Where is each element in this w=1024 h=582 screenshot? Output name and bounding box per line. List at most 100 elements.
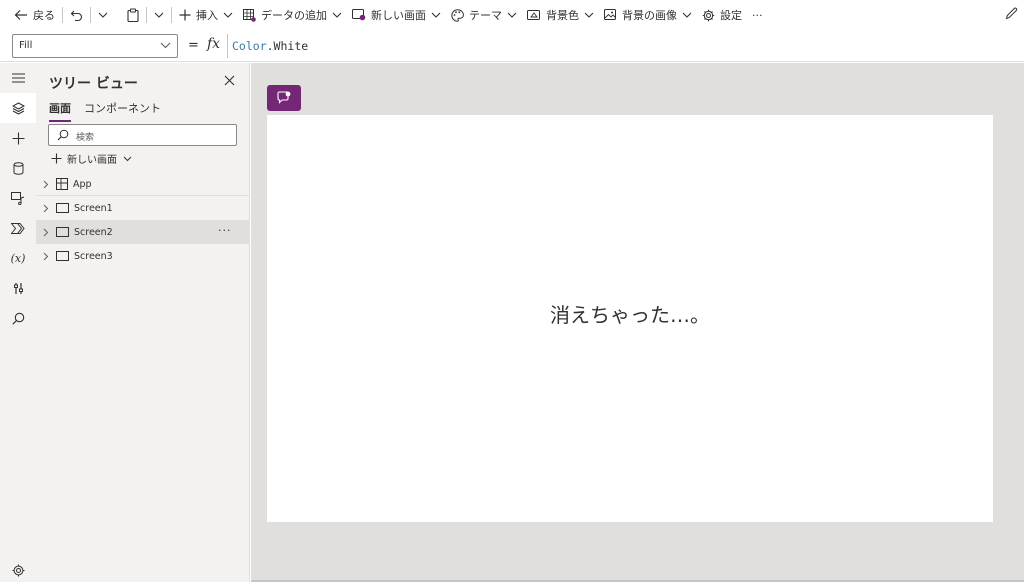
tree-node-screen3[interactable]: Screen3 [36, 244, 250, 268]
formula-object: Color [232, 39, 267, 53]
insert-label: 挿入 [196, 9, 218, 22]
tree-node-screen2[interactable]: Screen2 ··· [36, 220, 250, 244]
screen-label: 消えちゃった…。 [550, 303, 710, 327]
divider [62, 7, 63, 23]
theme-label: テーマ [469, 9, 502, 22]
advanced-tools-rail-button[interactable] [0, 273, 36, 303]
chevron-down-icon [154, 12, 164, 18]
media-icon [11, 191, 25, 205]
node-more-button[interactable]: ··· [218, 224, 232, 237]
insert-button[interactable]: 挿入 [174, 0, 238, 30]
database-icon [13, 161, 23, 175]
fx-icon: fx [207, 36, 221, 52]
clipboard-icon [127, 8, 139, 22]
equals-sign: = [188, 38, 199, 53]
background-image-button[interactable]: 背景の画像 [599, 0, 697, 30]
chevron-down-icon [223, 12, 233, 18]
close-icon[interactable] [224, 75, 235, 86]
add-data-button[interactable]: データの追加 [238, 0, 347, 30]
new-screen-label: 新しい画面 [67, 155, 117, 166]
chevron-right-icon[interactable] [42, 228, 50, 237]
tree-node-screen1[interactable]: Screen1 [36, 196, 250, 220]
screen-icon [56, 203, 69, 213]
divider [171, 7, 172, 23]
power-automate-rail-button[interactable] [0, 213, 36, 243]
node-label: Screen1 [74, 202, 113, 214]
insert-rail-button[interactable] [0, 123, 36, 153]
gear-icon [12, 564, 24, 576]
property-dropdown[interactable]: Fill [12, 34, 178, 58]
chevron-down-icon [160, 42, 171, 49]
more-label: ··· [752, 8, 763, 22]
settings-button[interactable]: 設定 [697, 0, 747, 30]
gear-icon [702, 9, 715, 21]
settings-rail-button[interactable] [0, 555, 36, 582]
chevron-down-icon [682, 12, 692, 18]
tab-screens[interactable]: 画面 [49, 100, 71, 122]
hamburger-menu-button[interactable] [0, 63, 36, 93]
tab-components[interactable]: コンポーネント [84, 100, 161, 122]
undo-button[interactable] [65, 0, 88, 30]
image-icon [604, 9, 616, 20]
table-add-icon [243, 8, 256, 22]
canvas-area: 消えちゃった…。 [251, 63, 1024, 582]
chevron-right-icon[interactable] [42, 252, 50, 261]
more-commands-button[interactable]: ··· [747, 0, 768, 30]
tree-new-screen-button[interactable]: 新しい画面 [51, 151, 132, 166]
chevron-down-icon [332, 12, 342, 18]
plus-icon [12, 132, 24, 144]
formula-member: .White [266, 39, 309, 53]
hamburger-icon [11, 73, 25, 83]
back-button[interactable]: 戻る [0, 0, 60, 30]
palette-icon [451, 8, 464, 22]
tools-icon [13, 282, 23, 294]
chevron-right-icon[interactable] [42, 204, 50, 213]
chevron-down-icon [584, 12, 594, 18]
chevron-down-icon [507, 12, 517, 18]
theme-button[interactable]: テーマ [446, 0, 522, 30]
new-screen-icon [352, 9, 366, 21]
undo-icon [70, 10, 83, 21]
left-rail: (x) [0, 63, 36, 582]
chevron-right-icon[interactable] [42, 180, 50, 189]
paint-bucket-icon [527, 10, 540, 20]
chevron-down-icon [123, 156, 132, 161]
command-bar: 戻る 挿入 データの追加 新しい画面 テーマ 背景色 背景の画像 設定 ··· [0, 0, 1024, 30]
media-rail-button[interactable] [0, 183, 36, 213]
background-color-button[interactable]: 背景色 [522, 0, 599, 30]
arrow-left-icon [14, 10, 27, 20]
formula-bar: Fill = fx Color.White [0, 30, 1024, 62]
property-value: Fill [19, 40, 33, 51]
node-label: Screen2 [74, 226, 113, 238]
pencil-icon[interactable] [1005, 7, 1018, 20]
paste-dropdown-button[interactable] [149, 0, 169, 30]
screen-icon [56, 227, 69, 237]
new-screen-button[interactable]: 新しい画面 [347, 0, 446, 30]
tree-tabs: 画面 コンポーネント [49, 100, 174, 122]
layers-icon [11, 101, 25, 115]
tree-view-panel: ツリー ビュー 画面 コンポーネント 検索 新しい画面 App Screen1 … [36, 63, 250, 582]
formula-input[interactable]: Color.White [227, 34, 1024, 58]
search-placeholder: 検索 [76, 133, 95, 143]
node-label: App [73, 178, 92, 190]
flow-icon [11, 222, 25, 234]
tree-view-button[interactable] [0, 93, 36, 123]
comment-icon [276, 91, 290, 104]
tree-node-app[interactable]: App [36, 172, 250, 196]
tree-search-input[interactable]: 検索 [48, 124, 237, 146]
panel-title: ツリー ビュー [49, 76, 138, 92]
node-label: Screen3 [74, 250, 113, 262]
back-label: 戻る [33, 9, 55, 22]
variables-icon: (x) [10, 251, 26, 265]
paste-button[interactable] [113, 0, 144, 30]
screen-icon [56, 251, 69, 261]
app-screen[interactable]: 消えちゃった…。 [267, 115, 993, 522]
search-rail-button[interactable] [0, 303, 36, 333]
data-rail-button[interactable] [0, 153, 36, 183]
comments-button[interactable] [267, 85, 301, 111]
add-data-label: データの追加 [261, 9, 327, 22]
divider [146, 7, 147, 23]
undo-dropdown-button[interactable] [93, 0, 113, 30]
variables-rail-button[interactable]: (x) [0, 243, 36, 273]
divider [90, 7, 91, 23]
